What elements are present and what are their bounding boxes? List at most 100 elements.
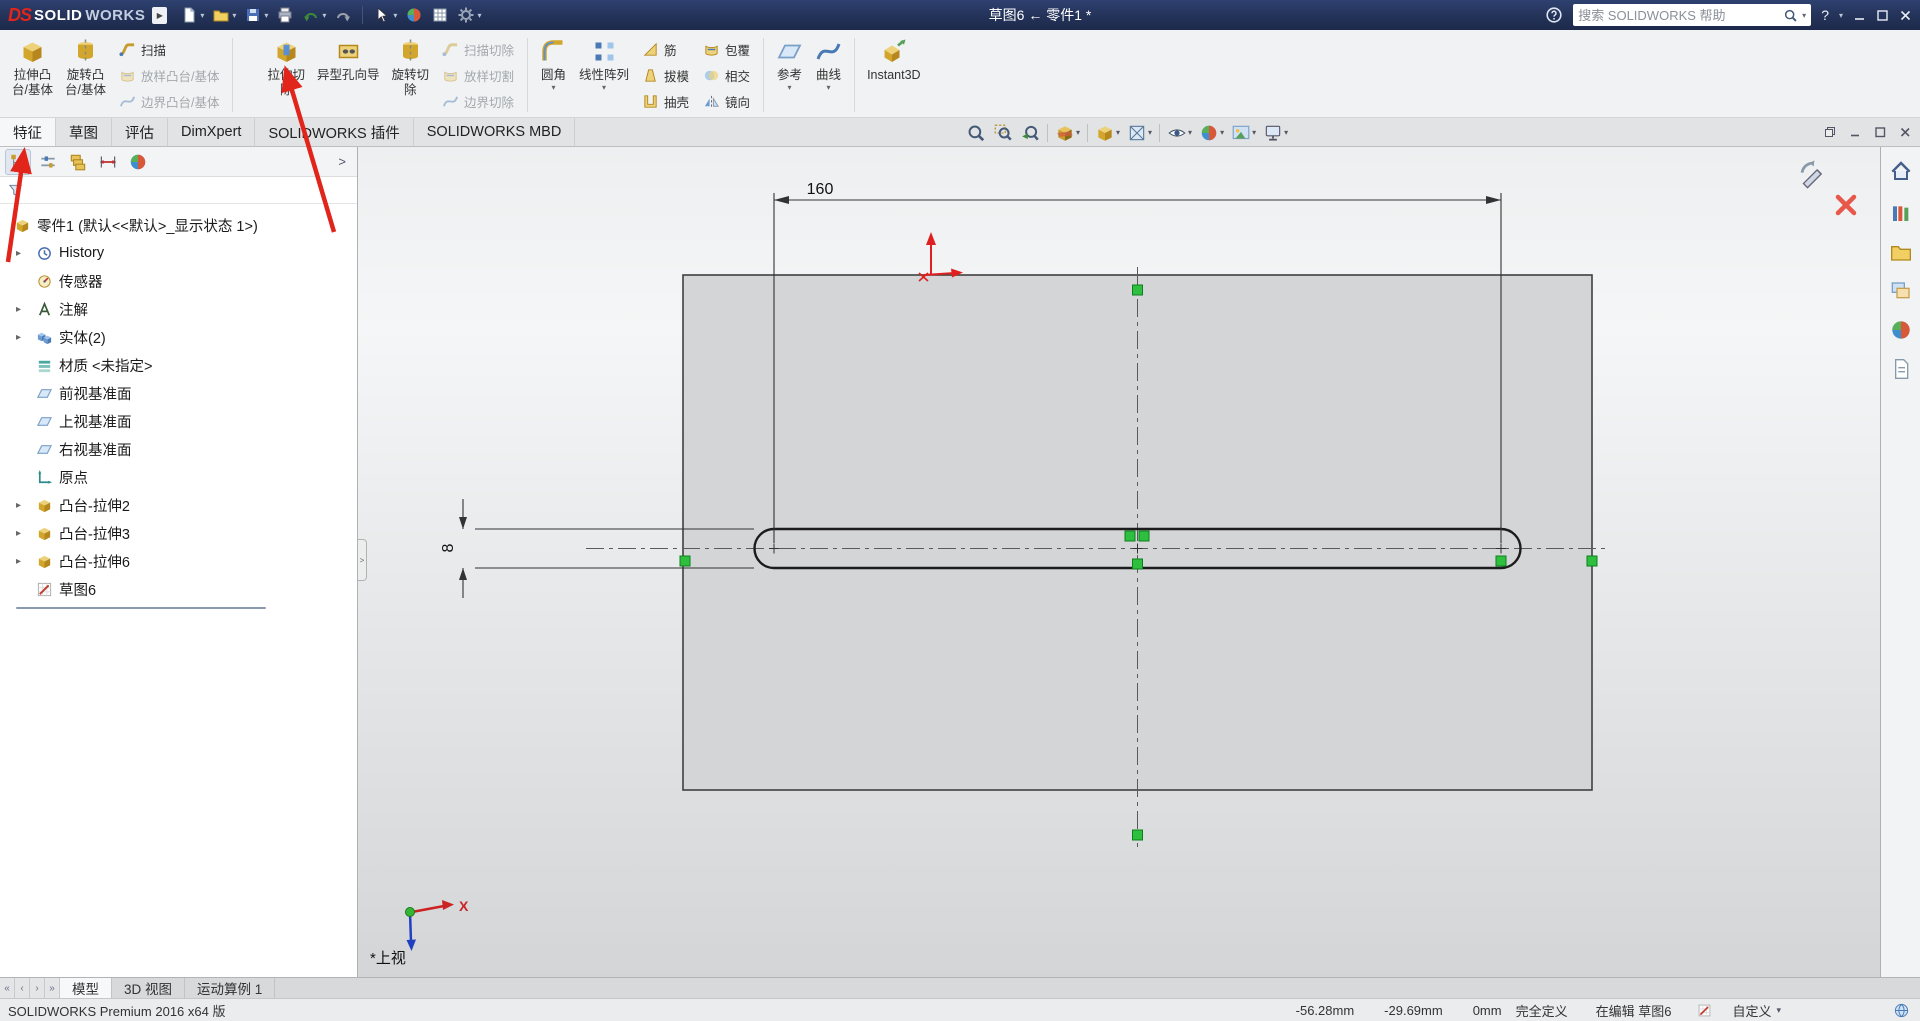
tab-model[interactable]: 模型 <box>60 978 112 998</box>
featuremanager-tab[interactable] <box>5 148 31 175</box>
exit-sketch-icon[interactable] <box>1798 159 1828 189</box>
previous-view-button[interactable] <box>1017 121 1043 145</box>
help-search-input[interactable] <box>1578 7 1780 23</box>
redo-button[interactable] <box>331 4 355 26</box>
maximize-icon[interactable] <box>1876 9 1889 22</box>
intersect-button[interactable]: 相交 <box>696 63 757 88</box>
rib-button[interactable]: 筋 <box>635 37 696 62</box>
expander-icon[interactable]: ▸ <box>16 332 21 343</box>
tree-filter-bar[interactable] <box>0 177 357 204</box>
hide-show-items-button[interactable]: ▾ <box>1164 121 1195 145</box>
boundary-cut-button[interactable]: 边界切除 <box>435 89 521 114</box>
tree-item-origin[interactable]: 原点 <box>6 463 357 491</box>
tree-item-top-plane[interactable]: 上视基准面 <box>6 407 357 435</box>
tab-sketch[interactable]: 草图 <box>56 118 112 146</box>
tree-root-part[interactable]: 零件1 (默认<<默认>_显示状态 1>) <box>6 212 357 239</box>
swept-cut-button[interactable]: 扫描切除 <box>435 37 521 62</box>
tree-item-history[interactable]: ▸ History <box>6 239 357 267</box>
file-explorer-button[interactable] <box>1887 238 1915 266</box>
section-view-button[interactable]: ▾ <box>1052 121 1083 145</box>
tree-item-material[interactable]: 材质 <未指定> <box>6 351 357 379</box>
fillet-caret-icon[interactable]: ▾ <box>552 83 556 93</box>
graphics-viewport[interactable]: 160 8 X > *上视 <box>358 147 1880 977</box>
undo-button[interactable]: ▾ <box>299 4 329 26</box>
tab-addins[interactable]: SOLIDWORKS 插件 <box>255 118 414 146</box>
expander-icon[interactable]: ▸ <box>16 500 21 511</box>
cad-canvas[interactable]: 160 8 X <box>358 147 1880 977</box>
minimize-icon[interactable] <box>1853 9 1866 22</box>
previous-tab-icon[interactable]: ‹ <box>15 978 30 998</box>
print-button[interactable] <box>273 4 297 26</box>
dimension-160-text[interactable]: 160 <box>807 181 834 198</box>
boundary-boss-button[interactable]: 边界凸台/基体 <box>112 89 226 114</box>
displaymanager-tab[interactable] <box>126 150 150 174</box>
tab-dimxpert[interactable]: DimXpert <box>168 118 256 146</box>
propertymanager-tab[interactable] <box>36 150 60 174</box>
search-options-caret-icon[interactable]: ▾ <box>1802 11 1806 20</box>
curves-caret-icon[interactable]: ▾ <box>827 83 831 93</box>
cancel-sketch-icon[interactable] <box>1834 193 1858 217</box>
doc-maximize-icon[interactable] <box>1874 126 1887 139</box>
linear-pattern-button[interactable]: 线性阵列 ▾ <box>573 33 635 117</box>
doc-restore-icon[interactable] <box>1824 126 1837 139</box>
dimension-8-text[interactable]: 8 <box>440 543 457 552</box>
hole-wizard-button[interactable]: 异型孔向导 <box>311 33 386 117</box>
panel-expand-chevron-icon[interactable]: > <box>333 154 351 169</box>
help-menu[interactable]: ? <box>1821 7 1829 23</box>
expander-icon[interactable]: ▸ <box>16 304 21 315</box>
revolved-cut-button[interactable]: 旋转切 除 <box>385 33 435 117</box>
revolved-boss-button[interactable]: 旋转凸 台/基体 <box>59 33 112 117</box>
tab-evaluate[interactable]: 评估 <box>112 118 168 146</box>
lofted-boss-button[interactable]: 放样凸台/基体 <box>112 63 226 88</box>
linear-pattern-caret-icon[interactable]: ▾ <box>602 83 606 93</box>
view-settings-button[interactable]: ▾ <box>1260 121 1291 145</box>
extruded-boss-button[interactable]: 拉伸凸 台/基体 <box>6 33 59 117</box>
swept-boss-button[interactable]: 扫描 <box>112 37 226 62</box>
new-document-button[interactable]: ▾ <box>177 4 207 26</box>
tree-item-boss-extrude2[interactable]: ▸ 凸台-拉伸2 <box>6 491 357 519</box>
help-caret-icon[interactable]: ▾ <box>1839 11 1843 20</box>
tree-item-front-plane[interactable]: 前视基准面 <box>6 379 357 407</box>
tree-item-boss-extrude6[interactable]: ▸ 凸台-拉伸6 <box>6 547 357 575</box>
draft-button[interactable]: 拔模 <box>635 63 696 88</box>
apply-scene-button[interactable]: ▾ <box>1228 121 1259 145</box>
open-document-button[interactable]: ▾ <box>209 4 239 26</box>
expander-icon[interactable]: ▸ <box>16 528 21 539</box>
wrap-button[interactable]: 包覆 <box>696 37 757 62</box>
zoom-area-button[interactable] <box>990 121 1016 145</box>
options-button[interactable]: ▾ <box>454 4 484 26</box>
mirror-button[interactable]: 镜向 <box>696 89 757 114</box>
tab-motion-study[interactable]: 运动算例 1 <box>185 978 276 998</box>
doc-minimize-icon[interactable] <box>1849 126 1862 139</box>
first-tab-icon[interactable]: « <box>0 978 15 998</box>
dimxpertmanager-tab[interactable] <box>96 150 120 174</box>
curves-button[interactable]: 曲线 ▾ <box>809 33 848 117</box>
design-library-button[interactable] <box>1887 199 1915 227</box>
view-palette-button[interactable] <box>1887 277 1915 305</box>
tree-item-solid-bodies[interactable]: ▸ 实体(2) <box>6 323 357 351</box>
tab-mbd[interactable]: SOLIDWORKS MBD <box>414 118 576 146</box>
tree-item-right-plane[interactable]: 右视基准面 <box>6 435 357 463</box>
view-orientation-button[interactable]: ▾ <box>1092 121 1123 145</box>
help-circle-icon[interactable] <box>1545 6 1563 24</box>
shell-button[interactable]: 抽壳 <box>635 89 696 114</box>
rollback-bar[interactable] <box>16 607 266 609</box>
next-tab-icon[interactable]: › <box>30 978 45 998</box>
instant3d-button[interactable]: Instant3D <box>861 33 927 117</box>
tree-item-sensors[interactable]: 传感器 <box>6 267 357 295</box>
web-globe-icon[interactable] <box>1893 1002 1910 1019</box>
tree-item-annotations[interactable]: ▸ 注解 <box>6 295 357 323</box>
appearances-button[interactable] <box>1887 316 1915 344</box>
expander-icon[interactable]: ▸ <box>16 248 21 259</box>
custom-toolbar-selector[interactable]: 自定义 ▾ <box>1732 1001 1781 1020</box>
expander-icon[interactable]: ▸ <box>16 556 21 567</box>
reference-caret-icon[interactable]: ▾ <box>788 83 792 93</box>
save-button[interactable]: ▾ <box>241 4 271 26</box>
zoom-fit-button[interactable] <box>963 121 989 145</box>
extruded-cut-button[interactable]: 拉伸切 除 <box>261 33 311 117</box>
resources-home-button[interactable] <box>1887 157 1915 185</box>
search-icon[interactable] <box>1783 8 1798 23</box>
configurationmanager-tab[interactable] <box>66 150 90 174</box>
select-button[interactable]: ▾ <box>370 4 400 26</box>
tab-3d-views[interactable]: 3D 视图 <box>112 978 186 998</box>
